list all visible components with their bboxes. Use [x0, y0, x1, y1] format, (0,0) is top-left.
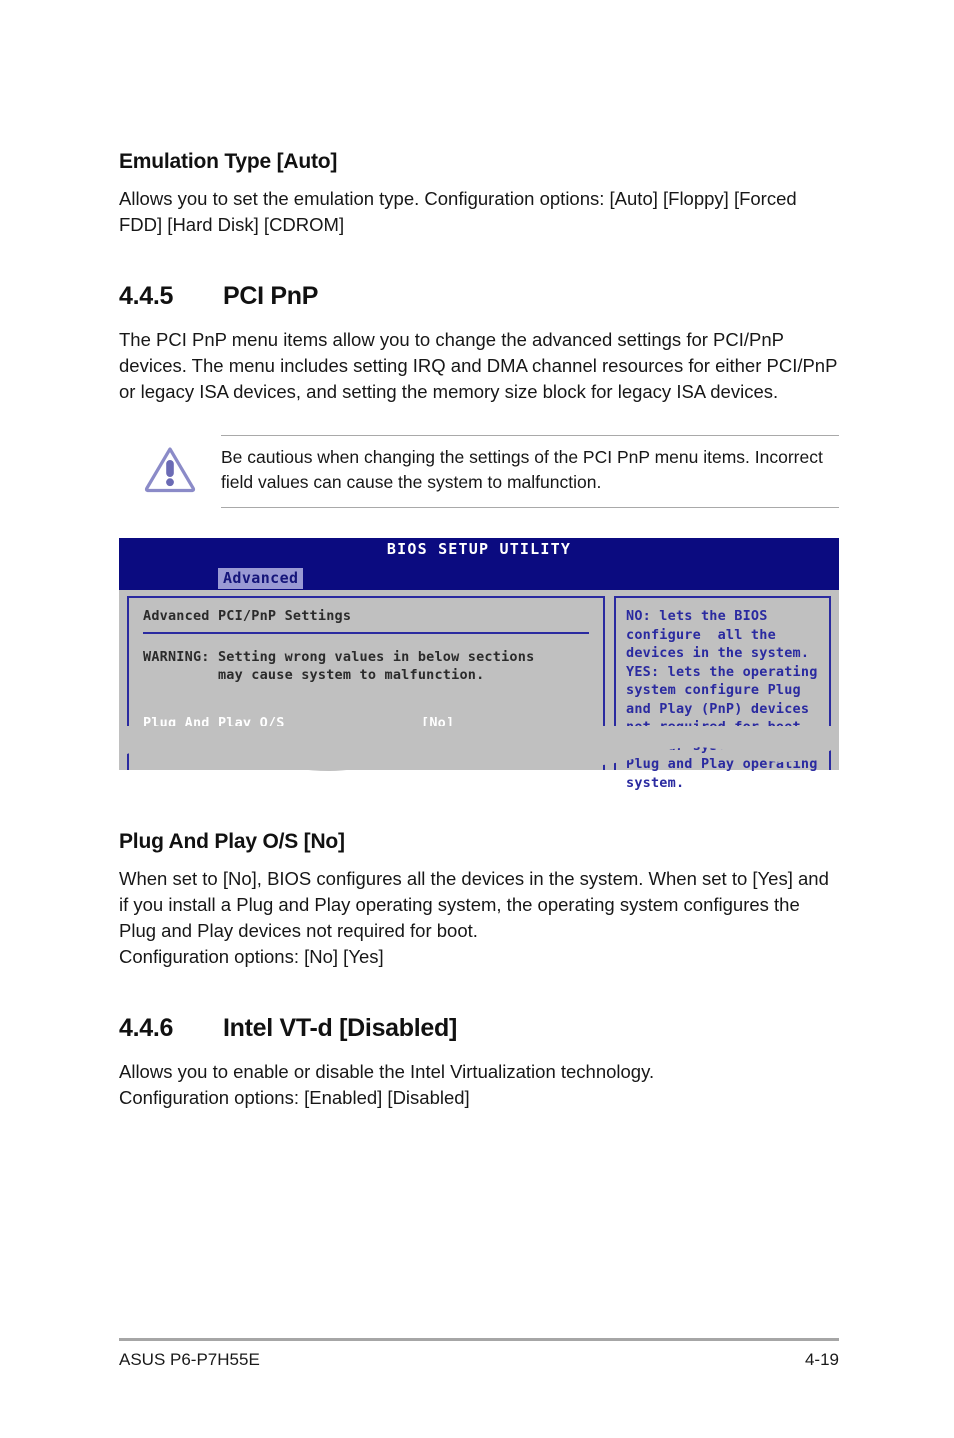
torn-paper-edge: [119, 726, 839, 771]
manual-page: Emulation Type [Auto] Allows you to set …: [0, 0, 954, 1438]
pnp-os-heading: Plug And Play O/S [No]: [119, 830, 345, 853]
section-445-heading: 4.4.5 PCI PnP: [119, 282, 839, 311]
bios-screenshot: BIOS SETUP UTILITY Advanced Advanced PCI…: [119, 538, 839, 791]
section-446-heading: 4.4.6 Intel VT-d [Disabled]: [119, 1014, 839, 1043]
bios-tab-advanced[interactable]: Advanced: [218, 568, 304, 589]
section-446-title: Intel VT-d [Disabled]: [223, 1014, 457, 1042]
section-445-body: The PCI PnP menu items allow you to chan…: [119, 329, 838, 402]
bios-warning-line-1: WARNING: Setting wrong values in below s…: [143, 649, 535, 665]
section-446-options: Configuration options: [Enabled] [Disabl…: [119, 1087, 470, 1108]
footer-page-number: 4-19: [804, 1350, 839, 1369]
emulation-type-body: Allows you to set the emulation type. Co…: [119, 188, 797, 235]
footer-divider: [119, 1338, 839, 1341]
warning-triangle-icon: [119, 435, 221, 493]
page-content: Emulation Type [Auto] Allows you to set …: [119, 150, 839, 1111]
caution-note-text: Be cautious when changing the settings o…: [221, 447, 823, 492]
bios-warning-line-2: may cause system to malfunction.: [143, 667, 485, 683]
bios-titlebar: BIOS SETUP UTILITY: [119, 538, 839, 568]
bios-settings-header: Advanced PCI/PnP Settings: [143, 608, 352, 624]
emulation-type-heading: Emulation Type [Auto]: [119, 150, 338, 173]
section-445-title: PCI PnP: [223, 282, 319, 310]
bios-settings-divider: [143, 632, 589, 634]
section-446-number: 4.4.6: [119, 1014, 174, 1042]
caution-note: Be cautious when changing the settings o…: [119, 435, 839, 508]
bios-menubar: Advanced: [119, 568, 839, 590]
bios-title: BIOS SETUP UTILITY: [386, 540, 572, 558]
section-446-body: Allows you to enable or disable the Inte…: [119, 1061, 655, 1082]
pnp-os-options: Configuration options: [No] [Yes]: [119, 946, 384, 967]
bios-body: Advanced PCI/PnP Settings WARNING: Setti…: [119, 590, 839, 791]
pnp-os-body: When set to [No], BIOS configures all th…: [119, 868, 829, 941]
section-445-number: 4.4.5: [119, 282, 174, 310]
caution-note-body: Be cautious when changing the settings o…: [221, 435, 839, 508]
